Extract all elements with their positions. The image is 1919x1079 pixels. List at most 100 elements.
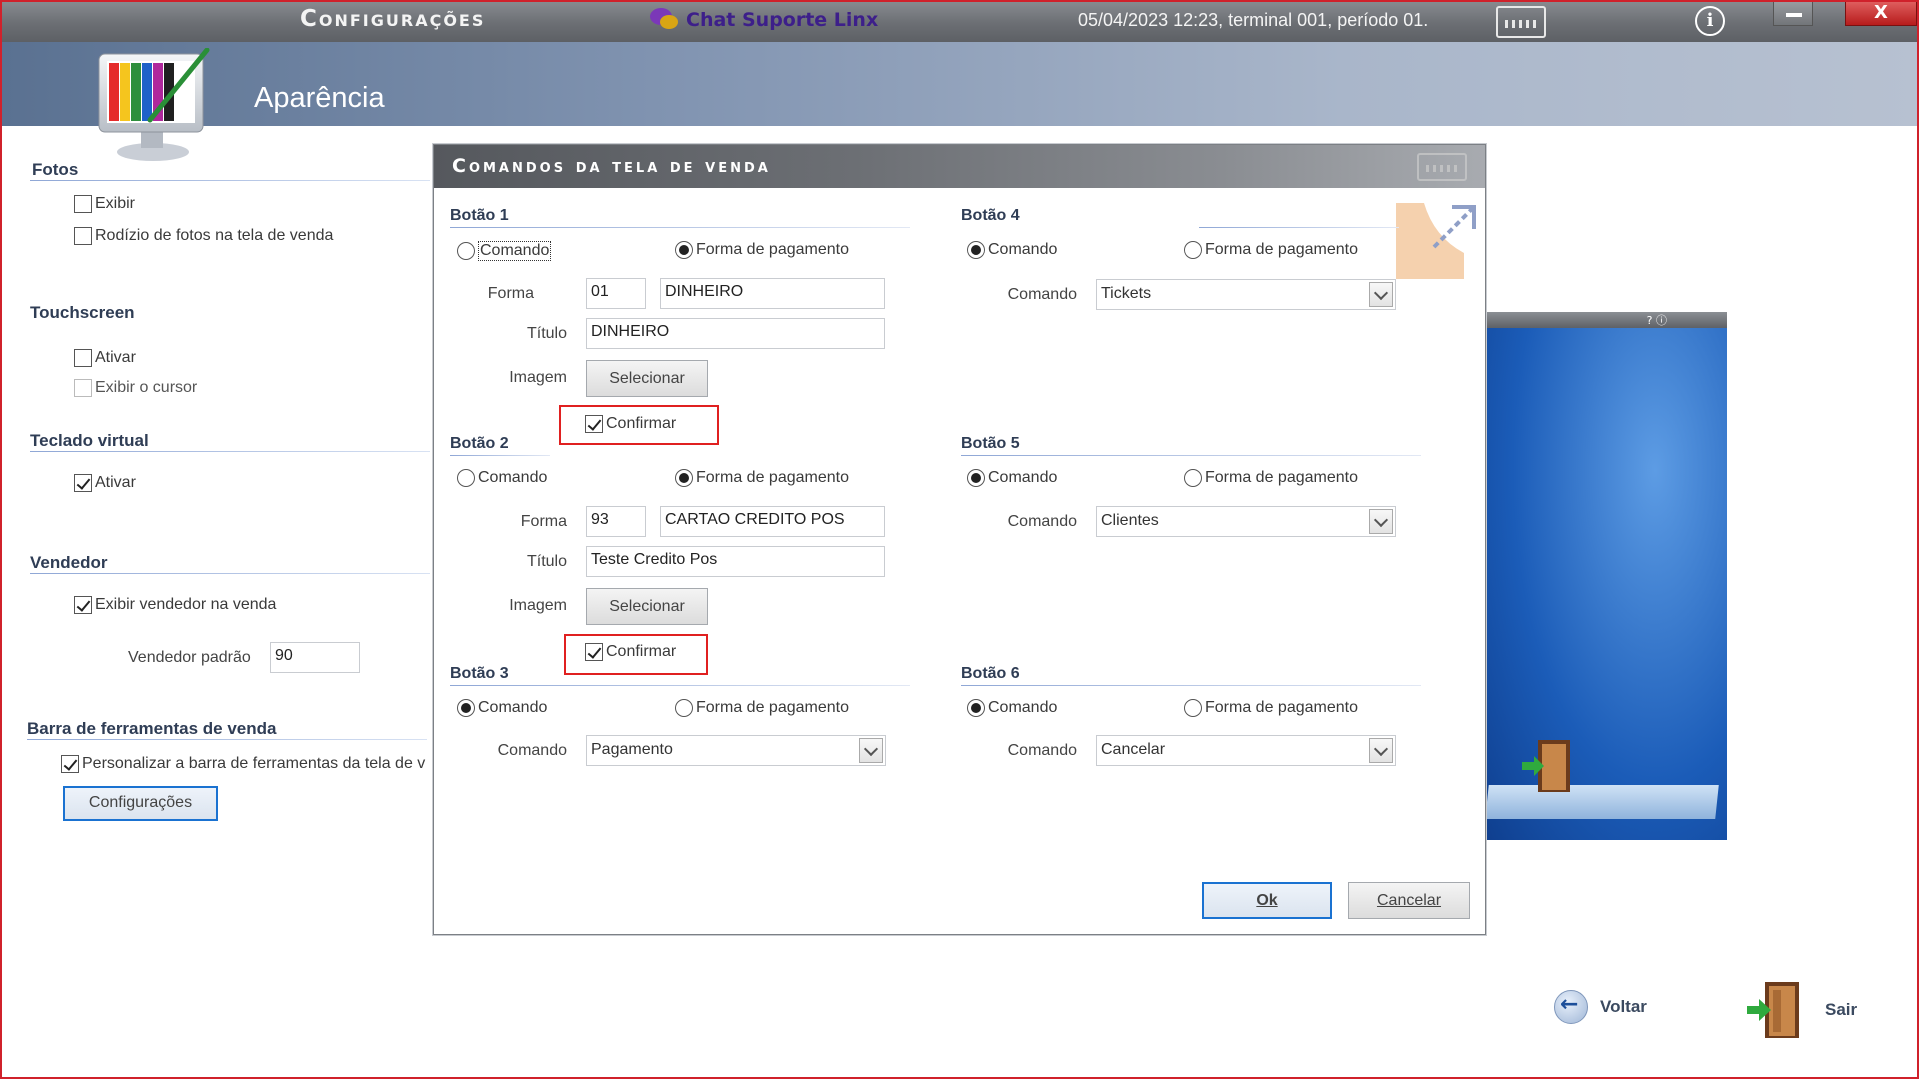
checkbox-label: Ativar [95, 474, 136, 491]
radio-dot [1184, 469, 1202, 487]
info-icon[interactable]: i [1695, 6, 1725, 36]
botao1-title: Botão 1 [450, 207, 509, 224]
barra-personalizar-checkbox[interactable]: Personalizar a barra de ferramentas da t… [61, 755, 425, 773]
botao2-titulo-label: Título [526, 553, 567, 570]
chevron-down-icon[interactable] [1369, 282, 1393, 307]
botao3-comando-radio[interactable]: Comando [457, 699, 547, 717]
botao5-comando-radio[interactable]: Comando [967, 469, 1057, 487]
botao2-titulo-input[interactable]: Teste Credito Pos [586, 546, 885, 577]
checkbox-box [61, 755, 79, 773]
fotos-rodizio-checkbox[interactable]: Rodízio de fotos na tela de venda [74, 227, 333, 245]
resize-arrow-icon [1396, 203, 1476, 279]
botao4-comando-label: Comando [1007, 286, 1077, 303]
section-teclado-title: Teclado virtual [30, 431, 149, 450]
cancelar-button[interactable]: Cancelar [1348, 882, 1470, 919]
section-divider [30, 451, 430, 452]
minimize-button[interactable] [1773, 0, 1813, 26]
botao2-forma-code-input[interactable]: 93 [586, 506, 646, 537]
botao3-comando-label: Comando [497, 742, 567, 759]
botao2-forma-name-input[interactable]: CARTAO CREDITO POS [660, 506, 885, 537]
botao4-comando-radio[interactable]: Comando [967, 241, 1057, 259]
botao6-comando-label: Comando [1007, 742, 1077, 759]
select-value: Clientes [1101, 512, 1159, 529]
radio-dot [1184, 699, 1202, 717]
botao6-forma-pagamento-radio[interactable]: Forma de pagamento [1184, 699, 1358, 717]
section-divider [450, 455, 550, 456]
radio-dot [675, 469, 693, 487]
botao5-forma-pagamento-radio[interactable]: Forma de pagamento [1184, 469, 1358, 487]
botao1-titulo-input[interactable]: DINHEIRO [586, 318, 885, 349]
checkbox-label: Exibir [95, 195, 136, 212]
fotos-exibir-checkbox[interactable]: Exibir [74, 195, 135, 213]
keyboard-icon[interactable] [1496, 6, 1546, 38]
radio-label: Forma de pagamento [696, 241, 849, 258]
radio-label: Comando [988, 699, 1058, 716]
radio-dot [967, 469, 985, 487]
botao4-forma-pagamento-radio[interactable]: Forma de pagamento [1184, 241, 1358, 259]
botao1-forma-name-input[interactable]: DINHEIRO [660, 278, 885, 309]
chat-support-link[interactable]: Chat Suporte Linx [648, 8, 878, 32]
barra-configuracoes-button[interactable]: Configurações [63, 786, 218, 821]
voltar-label: Voltar [1600, 997, 1647, 1016]
checkbox-box [585, 415, 603, 433]
radio-label: Forma de pagamento [1205, 469, 1358, 486]
botao1-forma-label: Forma [487, 285, 534, 302]
section-fotos-title: Fotos [32, 160, 79, 179]
botao3-forma-pagamento-radio[interactable]: Forma de pagamento [675, 699, 849, 717]
sair-button[interactable]: Sair [1747, 978, 1857, 1042]
botao1-confirmar-checkbox[interactable]: Confirmar [585, 415, 676, 433]
botao1-selecionar-button[interactable]: Selecionar [586, 360, 708, 397]
botao1-imagem-label: Imagem [509, 369, 567, 386]
section-barra-title: Barra de ferramentas de venda [27, 719, 277, 738]
teclado-ativar-checkbox[interactable]: Ativar [74, 474, 136, 492]
botao2-imagem-label: Imagem [509, 597, 567, 614]
radio-label: Forma de pagamento [696, 699, 849, 716]
vendedor-padrao-input[interactable]: 90 [270, 642, 360, 673]
section-vendedor-title: Vendedor [30, 553, 108, 572]
botao5-comando-label: Comando [1007, 513, 1077, 530]
botao1-comando-radio[interactable]: Comando [457, 241, 552, 261]
close-button[interactable]: X [1845, 0, 1917, 26]
checkbox-box [74, 474, 92, 492]
botao3-title: Botão 3 [450, 665, 509, 682]
chevron-down-icon[interactable] [1369, 738, 1393, 763]
botao5-title: Botão 5 [961, 435, 1020, 452]
botao2-forma-label: Forma [520, 513, 567, 530]
radio-label: Comando [988, 241, 1058, 258]
botao2-forma-pagamento-radio[interactable]: Forma de pagamento [675, 469, 849, 487]
checkbox-label: Rodízio de fotos na tela de venda [95, 227, 334, 244]
botao2-comando-radio[interactable]: Comando [457, 469, 547, 487]
botao1-forma-code-input[interactable]: 01 [586, 278, 646, 309]
checkbox-label: Confirmar [606, 643, 677, 660]
voltar-button[interactable]: Voltar [1554, 990, 1647, 1024]
botao2-selecionar-button[interactable]: Selecionar [586, 588, 708, 625]
botao3-comando-select[interactable]: Pagamento [586, 735, 886, 766]
checkbox-label: Exibir vendedor na venda [95, 596, 277, 613]
section-divider [450, 227, 910, 228]
botao4-comando-select[interactable]: Tickets [1096, 279, 1396, 310]
touchscreen-exibir-cursor-checkbox[interactable]: Exibir o cursor [74, 379, 197, 397]
app-title: Configurações [300, 6, 486, 32]
botao5-comando-select[interactable]: Clientes [1096, 506, 1396, 537]
botao6-comando-radio[interactable]: Comando [967, 699, 1057, 717]
chevron-down-icon[interactable] [1369, 509, 1393, 534]
checkbox-label: Confirmar [606, 415, 677, 432]
radio-label: Comando [478, 469, 548, 486]
botao2-confirmar-checkbox[interactable]: Confirmar [585, 643, 676, 661]
preview-titlebar: ? ⓘ [1487, 312, 1727, 328]
vendedor-exibir-checkbox[interactable]: Exibir vendedor na venda [74, 596, 276, 614]
keyboard-icon[interactable] [1417, 153, 1467, 181]
touchscreen-ativar-checkbox[interactable]: Ativar [74, 349, 136, 367]
checkbox-box [74, 596, 92, 614]
select-value: Cancelar [1101, 741, 1166, 758]
chevron-down-icon[interactable] [859, 738, 883, 763]
section-divider [30, 573, 430, 574]
appearance-monitor-icon [98, 48, 210, 161]
radio-dot [967, 241, 985, 259]
botao1-forma-pagamento-radio[interactable]: Forma de pagamento [675, 241, 849, 259]
botao6-comando-select[interactable]: Cancelar [1096, 735, 1396, 766]
ok-button[interactable]: Ok [1202, 882, 1332, 919]
preview-door-icon [1522, 740, 1570, 792]
checkbox-label: Exibir o cursor [95, 379, 198, 396]
dialog-titlebar: Comandos da tela de venda [434, 145, 1485, 188]
